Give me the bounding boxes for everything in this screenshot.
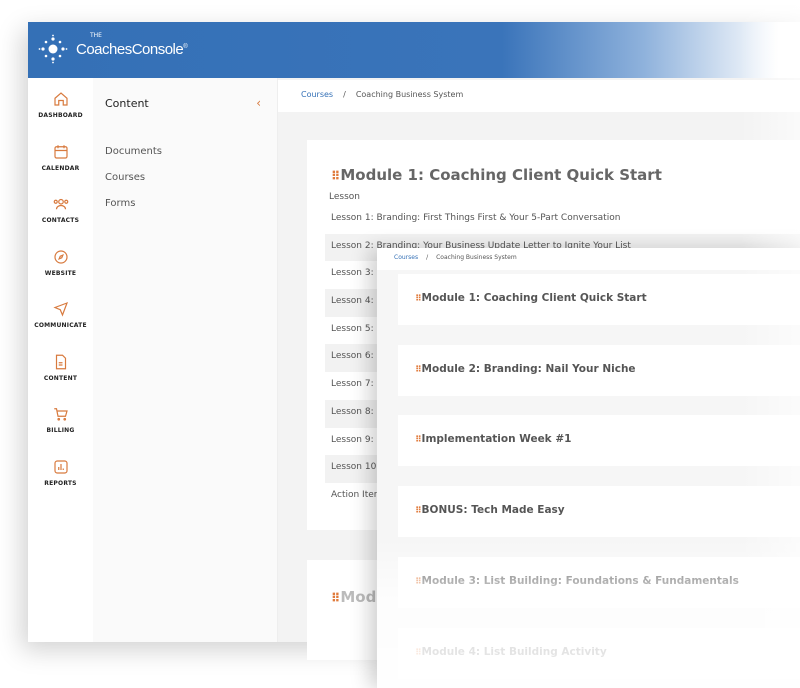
module-card[interactable]: ⠿ Module 1: Coaching Client Quick Start [398,274,800,325]
logo-mark: ® [183,43,188,50]
drag-handle-icon[interactable]: ⠿ [415,647,421,657]
module-card[interactable]: ⠿ BONUS: Tech Made Easy [398,486,800,538]
nav-forms[interactable]: Forms [105,198,162,224]
logo-the: THE [90,32,102,39]
contacts-icon [53,198,68,210]
lesson-column-header: Lesson [329,192,360,202]
module-title[interactable]: ⠿ Module 1: Coaching Client Quick Start [331,166,662,184]
breadcrumb-sep: / [426,254,429,261]
rail-calendar[interactable]: CALENDAR [28,131,93,184]
rail-contacts[interactable]: CONTACTS [28,183,93,236]
rail-label: CONTENT [43,374,78,382]
lesson-row[interactable]: Lesson 1: Branding: First Things First &… [325,206,800,234]
breadcrumb-current: Coaching Business System [355,90,464,99]
rail-label: REPORTS [44,479,77,487]
module-title: Module 1: Coaching Client Quick Start [421,292,647,304]
rail-label: CALENDAR [41,164,80,172]
module-title: Module 3: List Building: Foundations & F… [421,574,739,587]
rail-label: WEBSITE [44,269,77,277]
rail-website[interactable]: WEBSITE [28,236,93,289]
rail-content[interactable]: CONTENT [28,341,93,394]
cart-icon [53,408,68,421]
drag-handle-icon[interactable]: ⠿ [331,169,340,183]
rail-communicate[interactable]: COMMUNICATE [28,288,93,341]
rail-dashboard[interactable]: DASHBOARD [28,78,93,131]
calendar-icon [53,144,68,159]
app-header: THE CoachesConsole® [28,22,800,78]
rail-label: DASHBOARD [38,112,83,119]
drag-handle-icon[interactable]: ⠿ [415,505,421,515]
home-icon [53,92,68,106]
module-card[interactable]: ⠿ Implementation Week #1 [398,415,800,467]
content-panel: Content ‹ Documents Courses Forms [93,78,278,642]
rail-billing[interactable]: BILLING [28,393,93,446]
drag-handle-icon[interactable]: ⠿ [415,576,421,586]
icon-rail: DASHBOARD CALENDAR CONTACTS WEBSITE COMM… [28,78,93,642]
rail-label: COMMUNICATE [34,322,87,329]
module-title-text: Module 1: Coaching Client Quick Start [340,166,662,184]
breadcrumb-current: Coaching Business System [436,254,517,261]
module-title: Module 4: List Building Activity [421,645,607,658]
logo-text: CoachesConsole [76,40,184,58]
send-icon [52,301,68,317]
module-card[interactable]: ⠿ Module 2: Branding: Nail Your Niche [398,344,800,396]
drag-handle-icon[interactable]: ⠿ [415,364,421,374]
collapse-chevron-icon[interactable]: ‹ [256,96,261,110]
chart-icon [53,459,68,474]
rail-label: BILLING [46,427,75,434]
logo[interactable]: THE CoachesConsole® [38,32,188,64]
compass-icon [53,249,68,264]
rail-reports[interactable]: REPORTS [28,446,93,499]
module-card[interactable]: ⠿ Module 3: List Building: Foundations & … [398,556,800,608]
breadcrumb: Courses / Coaching Business System [377,248,800,270]
module-title: Implementation Week #1 [421,433,572,446]
panel-title: Content [105,97,149,110]
drag-handle-icon[interactable]: ⠿ [331,591,340,605]
nav-documents[interactable]: Documents [105,146,162,172]
drag-handle-icon[interactable]: ⠿ [415,434,421,444]
drag-handle-icon[interactable]: ⠿ [415,293,421,303]
breadcrumb-courses[interactable]: Courses [394,254,418,261]
rail-label: CONTACTS [41,217,80,224]
logo-name: CoachesConsole® [76,40,188,58]
module-title: BONUS: Tech Made Easy [421,504,565,517]
document-icon [55,354,66,369]
logo-icon [38,34,68,64]
nav-courses[interactable]: Courses [105,172,162,198]
breadcrumb-sep: / [343,90,346,99]
breadcrumb: Courses / Coaching Business System [278,80,800,112]
front-window: Courses / Coaching Business System ⠿ Module… [377,248,800,688]
breadcrumb-courses[interactable]: Courses [301,90,333,99]
module-title: Module 2: Branding: Nail Your Niche [421,362,636,375]
